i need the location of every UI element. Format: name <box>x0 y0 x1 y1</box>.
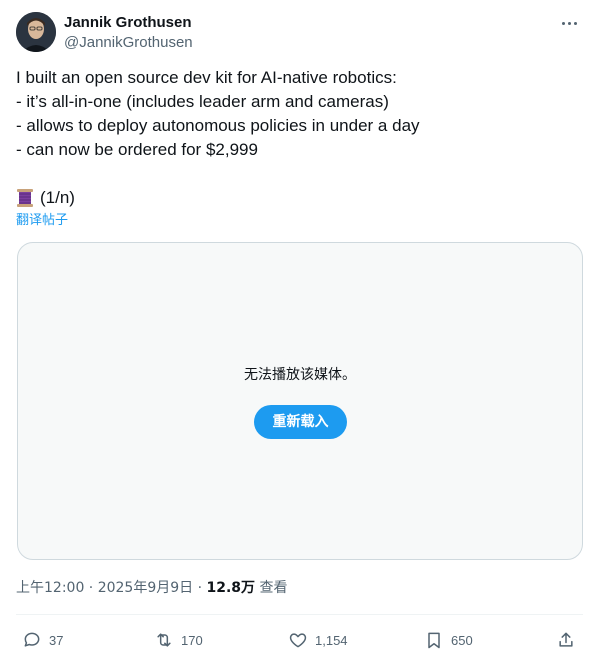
thread-marker: (1/n) <box>16 186 75 210</box>
repost-count: 170 <box>181 632 203 648</box>
views-label: 查看 <box>255 580 288 596</box>
action-bar: 37 170 1,154 650 <box>16 626 583 654</box>
post-text-line: - it’s all-in-one (includes leader arm a… <box>16 92 389 111</box>
more-dot-icon <box>561 21 565 25</box>
author-names: Jannik Grothusen @JannikGrothusen <box>64 13 193 53</box>
more-options-button[interactable] <box>555 12 583 34</box>
post-text: I built an open source dev kit for AI-na… <box>16 66 583 162</box>
reply-button[interactable]: 37 <box>22 626 63 654</box>
media-container: 无法播放该媒体。 重新载入 <box>17 242 583 560</box>
views-count: 12.8万 <box>206 580 256 596</box>
post-text-line: I built an open source dev kit for AI-na… <box>16 68 397 87</box>
bookmark-count: 650 <box>451 632 473 648</box>
spool-of-thread-icon <box>16 188 34 208</box>
more-dot-icon <box>567 21 571 25</box>
tweet: Jannik Grothusen @JannikGrothusen I buil… <box>0 0 599 665</box>
post-text-line: - allows to deploy autonomous policies i… <box>16 116 420 135</box>
share-icon <box>556 630 576 650</box>
avatar[interactable] <box>16 12 56 52</box>
like-button[interactable]: 1,154 <box>288 626 348 654</box>
heart-icon <box>288 630 308 650</box>
post-meta: 上午12:00 · 2025年9月9日 · 12.8万 查看 <box>16 578 288 598</box>
author-display-name[interactable]: Jannik Grothusen <box>64 13 193 33</box>
reply-icon <box>22 630 42 650</box>
like-count: 1,154 <box>315 632 348 648</box>
repost-icon <box>154 630 174 650</box>
repost-button[interactable]: 170 <box>154 626 203 654</box>
author-handle[interactable]: @JannikGrothusen <box>64 33 193 53</box>
reply-count: 37 <box>49 632 64 648</box>
media-error-message: 无法播放该媒体。 <box>244 367 356 383</box>
thread-count: (1/n) <box>40 188 75 207</box>
share-button[interactable] <box>556 626 576 654</box>
divider <box>16 614 583 615</box>
tweet-header: Jannik Grothusen @JannikGrothusen <box>16 12 583 56</box>
more-dot-icon <box>573 21 577 25</box>
translate-post-link[interactable]: 翻译帖子 <box>16 212 68 230</box>
bookmark-icon <box>424 630 444 650</box>
post-text-line: - can now be ordered for $2,999 <box>16 140 258 159</box>
post-timestamp[interactable]: 上午12:00 · 2025年9月9日 · <box>16 580 207 596</box>
reload-button[interactable]: 重新载入 <box>254 405 347 439</box>
bookmark-button[interactable]: 650 <box>424 626 473 654</box>
